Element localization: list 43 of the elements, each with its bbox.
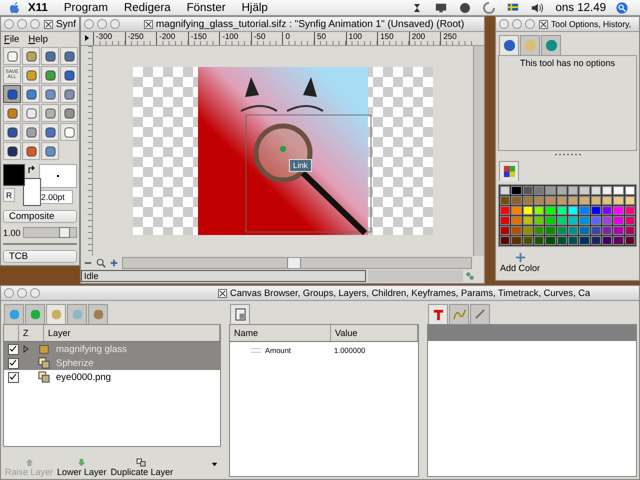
- app-menu[interactable]: X11: [28, 2, 48, 14]
- clock[interactable]: ons 12.49: [555, 2, 606, 14]
- menu-item[interactable]: Redigera: [124, 2, 171, 14]
- ruler-label: 100: [346, 32, 378, 45]
- add-color-button[interactable]: Add Color: [500, 252, 540, 273]
- window-title: Canvas Browser, Groups, Layers, Children, Keyframes, Params, Timetrack, Curves, Ca: [230, 288, 590, 298]
- interpolation-select[interactable]: TCB: [3, 250, 77, 263]
- ruler-label: 0: [282, 32, 314, 45]
- window-title: Tool Options, History,: [551, 19, 632, 29]
- window-title: magnifying_glass_tutorial.sifz : "Synfig Animation 1" (Unsaved) (Root): [156, 18, 464, 30]
- column-header[interactable]: Value: [331, 325, 418, 341]
- ruler-label: -200: [156, 32, 188, 45]
- column-header[interactable]: Layer: [44, 325, 220, 341]
- layer-action-button[interactable]: Lower Layer: [57, 458, 107, 477]
- ruler-label: 50: [314, 32, 346, 45]
- link-tooltip: Link: [289, 159, 312, 172]
- menu-item[interactable]: File: [4, 34, 20, 45]
- menu-item[interactable]: Fönster: [186, 2, 226, 14]
- ruler-label: -300: [93, 32, 125, 45]
- ruler-label: 150: [377, 32, 409, 45]
- ruler-label: 200: [408, 32, 440, 45]
- layer-name: eye0000.png: [56, 372, 111, 382]
- brush-size-field[interactable]: 2.00pt: [39, 190, 73, 204]
- status-field: Idle: [81, 270, 366, 282]
- ruler-label: -100: [219, 32, 251, 45]
- blend-method-select[interactable]: Composite: [3, 210, 77, 223]
- layer-name: Spherize: [56, 358, 94, 368]
- menu-item[interactable]: Hjälp: [242, 2, 268, 14]
- ruler-label: 250: [440, 32, 472, 45]
- options-message: This tool has no options: [520, 57, 616, 70]
- ruler-label: -50: [250, 32, 282, 45]
- layer-row[interactable]: eye0000.png: [4, 370, 220, 384]
- window-title: Synf: [56, 18, 76, 30]
- layer-action-button[interactable]: Duplicate Layer: [110, 458, 174, 477]
- column-header[interactable]: Name: [230, 325, 331, 341]
- opacity-value: 1.00: [3, 228, 21, 238]
- ruler-label: -150: [188, 32, 220, 45]
- menu-item[interactable]: Program: [64, 2, 108, 14]
- layer-name: magnifying glass: [56, 344, 127, 354]
- reset-colors-button[interactable]: R: [3, 188, 15, 202]
- column-header[interactable]: Z: [19, 325, 44, 341]
- ruler-label: -250: [124, 32, 156, 45]
- menu-item[interactable]: Help: [28, 34, 48, 45]
